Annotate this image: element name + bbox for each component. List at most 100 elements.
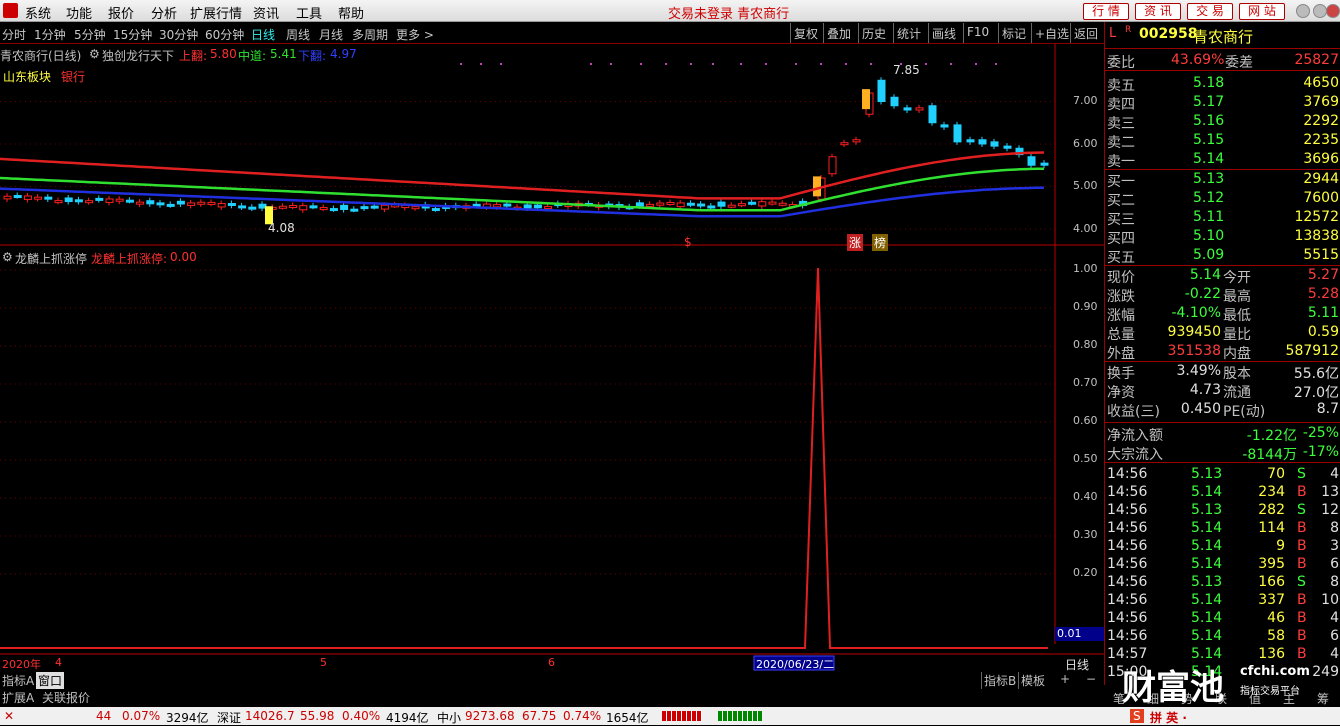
fuquan-button[interactable]: 复权: [790, 23, 821, 43]
period-multi[interactable]: 多周期: [352, 26, 388, 43]
minimize-icon[interactable]: [1296, 4, 1310, 18]
candle-body: [74, 199, 83, 203]
stat2-row[interactable]: 净资 4.73 流通 27.0亿: [1105, 381, 1340, 401]
add-watchlist-button[interactable]: +自选: [1031, 23, 1072, 43]
tick-row[interactable]: 14:56 5.14 114 B 8: [1105, 519, 1340, 538]
stat2-row[interactable]: 换手 3.49% 股本 55.6亿: [1105, 362, 1340, 382]
signal-dot: [950, 63, 952, 65]
tick-row[interactable]: 14:56 5.14 46 B 4: [1105, 609, 1340, 628]
nav-market-button[interactable]: 行 情: [1083, 3, 1129, 20]
period-monthly[interactable]: 月线: [319, 26, 343, 43]
nav-site-button[interactable]: 网 站: [1239, 3, 1285, 20]
tick-row[interactable]: 14:56 5.13 166 S 8: [1105, 573, 1340, 592]
stat2-row[interactable]: 收益(三) 0.450 PE(动) 8.7: [1105, 400, 1340, 420]
period-daily[interactable]: 日线: [251, 26, 275, 43]
tab-indicator-a[interactable]: 指标A: [0, 672, 38, 689]
restore-icon[interactable]: [1313, 4, 1327, 18]
bid-row[interactable]: 买五 5.09 5515: [1105, 246, 1340, 266]
flow-row[interactable]: 大宗流入 -8144万 -17%: [1105, 443, 1340, 463]
ask-row[interactable]: 卖五 5.18 4650: [1105, 74, 1340, 94]
menu-analysis[interactable]: 分析: [151, 3, 177, 22]
tab-indicator-b[interactable]: 指标B: [981, 672, 1018, 689]
stat-row[interactable]: 总量 939450 量比 0.59: [1105, 323, 1340, 343]
marker-list[interactable]: 榜: [872, 234, 889, 251]
tick-row[interactable]: 14:56 5.14 58 B 6: [1105, 627, 1340, 646]
tick-row[interactable]: 14:56 5.14 337 B 10: [1105, 591, 1340, 610]
flow-row[interactable]: 净流入额 -1.22亿 -25%: [1105, 424, 1340, 444]
status-sz-label[interactable]: 深证: [217, 709, 241, 726]
overlay-button[interactable]: 叠加: [823, 23, 854, 43]
tick-row[interactable]: 14:56 5.14 9 B 3: [1105, 537, 1340, 556]
stat-row[interactable]: 涨幅 -4.10% 最低 5.11: [1105, 304, 1340, 324]
menu-ext-market[interactable]: 扩展行情: [190, 3, 242, 22]
period-fenshi[interactable]: 分时: [2, 26, 26, 43]
date-month-5: 5: [320, 656, 327, 669]
bid-row[interactable]: 买二 5.12 7600: [1105, 189, 1340, 209]
ask-row[interactable]: 卖一 5.14 3696: [1105, 150, 1340, 170]
nav-news-button[interactable]: 资 讯: [1135, 3, 1181, 20]
date-month-6: 6: [548, 656, 555, 669]
menu-quote[interactable]: 报价: [108, 3, 134, 22]
ask-row[interactable]: 卖二 5.15 2235: [1105, 131, 1340, 151]
period-more[interactable]: 更多 >: [396, 26, 434, 43]
bid-row[interactable]: 买三 5.11 12572: [1105, 208, 1340, 228]
ime-status[interactable]: 拼 英 ·: [1150, 709, 1187, 726]
status-zx-label[interactable]: 中小: [437, 709, 461, 726]
tab-related-quote[interactable]: 关联报价: [40, 689, 92, 706]
tab-template[interactable]: 模板: [1018, 672, 1047, 689]
period-30min[interactable]: 30分钟: [159, 26, 198, 43]
menu-function[interactable]: 功能: [66, 3, 92, 22]
indicator-name[interactable]: 独创龙行天下: [102, 47, 174, 64]
candle-body: [768, 201, 777, 205]
stat-row[interactable]: 现价 5.14 今开 5.27: [1105, 266, 1340, 286]
menu-system[interactable]: 系统: [25, 3, 51, 22]
mark-button[interactable]: 标记: [998, 23, 1029, 43]
marker-limit-up[interactable]: 涨: [847, 234, 864, 251]
status-sh-amount: 3294亿: [166, 711, 209, 725]
zoom-out-button[interactable]: −: [1086, 672, 1096, 686]
candle-body: [758, 201, 767, 207]
sector-region[interactable]: 山东板块: [3, 68, 51, 85]
ask-row[interactable]: 卖四 5.17 3769: [1105, 93, 1340, 113]
tick-price: 5.14: [1191, 520, 1223, 536]
sub-indicator-name[interactable]: 龙麟上抓涨停: [15, 250, 87, 267]
tick-row[interactable]: 14:56 5.13 282 S 12: [1105, 501, 1340, 520]
tick-row[interactable]: 14:56 5.14 395 B 6: [1105, 555, 1340, 574]
stat2-value: 3.49%: [1176, 363, 1221, 379]
status-arrow-icon[interactable]: ✕: [4, 709, 14, 723]
nav-trade-button[interactable]: 交 易: [1187, 3, 1233, 20]
kline-chart-area[interactable]: [0, 44, 1104, 685]
signal-dot: [845, 63, 847, 65]
tick-row[interactable]: 14:56 5.14 234 B 13: [1105, 483, 1340, 502]
draw-button[interactable]: 画线: [928, 23, 959, 43]
sub-gear-icon[interactable]: ⚙: [2, 250, 13, 264]
period-5min[interactable]: 5分钟: [74, 26, 106, 43]
f10-button[interactable]: F10: [963, 23, 992, 43]
zoom-in-button[interactable]: +: [1060, 672, 1070, 686]
tab-window[interactable]: 窗口: [36, 672, 65, 689]
candle-body: [3, 195, 12, 200]
period-weekly[interactable]: 周线: [286, 26, 310, 43]
back-button[interactable]: 返回: [1070, 23, 1101, 43]
sector-industry[interactable]: 银行: [61, 68, 85, 85]
ask-volume: 2292: [1303, 113, 1339, 129]
period-60min[interactable]: 60分钟: [205, 26, 244, 43]
stat-row[interactable]: 涨跌 -0.22 最高 5.28: [1105, 285, 1340, 305]
close-icon[interactable]: [1326, 4, 1340, 18]
tick-row[interactable]: 14:56 5.13 70 S 4: [1105, 465, 1340, 484]
bid-row[interactable]: 买一 5.13 2944: [1105, 170, 1340, 190]
menu-tools[interactable]: 工具: [296, 3, 322, 22]
period-1min[interactable]: 1分钟: [34, 26, 66, 43]
menu-news[interactable]: 资讯: [253, 3, 279, 22]
ime-logo-icon[interactable]: S: [1130, 709, 1144, 723]
ask-row[interactable]: 卖三 5.16 2292: [1105, 112, 1340, 132]
period-15min[interactable]: 15分钟: [113, 26, 152, 43]
history-button[interactable]: 历史: [858, 23, 889, 43]
stat-row[interactable]: 外盘 351538 内盘 587912: [1105, 342, 1340, 362]
tab-extend-a[interactable]: 扩展A: [0, 689, 36, 706]
bid-row[interactable]: 买四 5.10 13838: [1105, 227, 1340, 247]
indicator-gear-icon[interactable]: ⚙: [89, 47, 100, 61]
menu-help[interactable]: 帮助: [338, 3, 364, 22]
stats-button[interactable]: 统计: [893, 23, 924, 43]
marker-dollar[interactable]: $: [684, 235, 692, 249]
